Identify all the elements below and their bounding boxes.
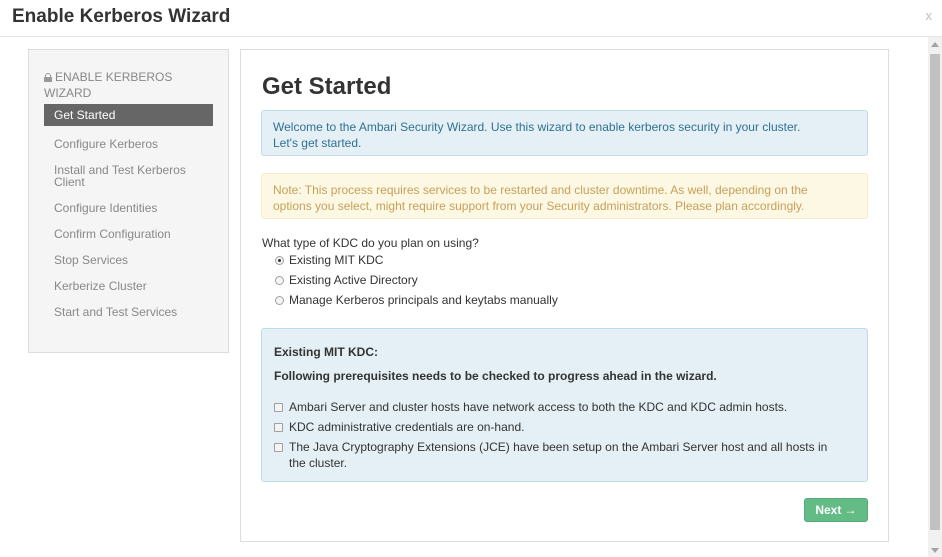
step-confirm-configuration[interactable]: Confirm Configuration xyxy=(44,225,213,243)
next-button[interactable]: Next → xyxy=(804,498,868,522)
step-configure-identities[interactable]: Configure Identities xyxy=(44,199,213,217)
downtime-warning-alert: Note: This process requires services to … xyxy=(261,173,868,219)
prereq-checkbox-jce[interactable] xyxy=(274,443,283,452)
kdc-option-active-directory[interactable]: Existing Active Directory xyxy=(275,273,418,287)
prereq-checkbox-network-access[interactable] xyxy=(274,403,283,412)
prereq-label: KDC administrative credentials are on-ha… xyxy=(289,420,525,434)
lock-icon xyxy=(44,73,52,82)
kdc-option-manual[interactable]: Manage Kerberos principals and keytabs m… xyxy=(275,293,558,307)
radio-label: Manage Kerberos principals and keytabs m… xyxy=(289,293,558,307)
prerequisites-panel: Existing MIT KDC: Following prerequisite… xyxy=(261,328,868,482)
step-install-test-kerberos-client[interactable]: Install and Test Kerberos Client xyxy=(44,161,213,191)
welcome-info-alert: Welcome to the Ambari Security Wizard. U… xyxy=(261,110,868,156)
modal-header: Enable Kerberos Wizard x xyxy=(0,0,942,37)
radio-existing-active-directory[interactable] xyxy=(275,275,284,285)
step-configure-kerberos[interactable]: Configure Kerberos xyxy=(44,135,213,153)
warning-line-1: Note: This process requires services to … xyxy=(273,183,808,197)
scroll-down-arrow-icon[interactable] xyxy=(931,548,939,553)
prereq-label: Ambari Server and cluster hosts have net… xyxy=(289,400,788,414)
warning-line-2: options you select, might require suppor… xyxy=(273,199,805,213)
radio-existing-mit-kdc[interactable] xyxy=(275,255,284,265)
step-start-test-services[interactable]: Start and Test Services xyxy=(44,303,213,321)
scrollbar[interactable] xyxy=(928,37,942,557)
kdc-type-question: What type of KDC do you plan on using? xyxy=(262,236,479,250)
prereq-item[interactable]: The Java Cryptography Extensions (JCE) h… xyxy=(274,439,837,471)
modal-title: Enable Kerberos Wizard xyxy=(12,6,231,27)
radio-label: Existing Active Directory xyxy=(289,273,418,287)
step-get-started[interactable]: Get Started xyxy=(44,104,213,126)
info-line-2: Let's get started. xyxy=(273,136,362,150)
wizard-sidebar: ENABLE KERBEROS WIZARD Get Started Confi… xyxy=(28,49,229,353)
sidebar-header: ENABLE KERBEROS WIZARD xyxy=(44,69,214,101)
step-stop-services[interactable]: Stop Services xyxy=(44,251,213,269)
radio-label: Existing MIT KDC xyxy=(289,253,384,267)
radio-manage-manually[interactable] xyxy=(275,295,284,305)
scrollbar-thumb[interactable] xyxy=(930,54,940,530)
prereq-subtitle: Following prerequisites needs to be chec… xyxy=(274,369,717,383)
scroll-up-arrow-icon[interactable] xyxy=(931,42,939,47)
prereq-item[interactable]: Ambari Server and cluster hosts have net… xyxy=(274,399,837,415)
sidebar-header-label: ENABLE KERBEROS WIZARD xyxy=(44,70,173,100)
page-title: Get Started xyxy=(262,73,392,100)
prereq-item[interactable]: KDC administrative credentials are on-ha… xyxy=(274,419,837,435)
wizard-content: Get Started Welcome to the Ambari Securi… xyxy=(240,49,889,542)
step-kerberize-cluster[interactable]: Kerberize Cluster xyxy=(44,277,213,295)
close-icon[interactable]: x xyxy=(926,8,933,23)
info-line-1: Welcome to the Ambari Security Wizard. U… xyxy=(273,120,801,134)
prereq-title: Existing MIT KDC: xyxy=(274,345,378,359)
prereq-label: The Java Cryptography Extensions (JCE) h… xyxy=(289,440,828,470)
kdc-option-mit[interactable]: Existing MIT KDC xyxy=(275,253,383,267)
prereq-checkbox-admin-credentials[interactable] xyxy=(274,423,283,432)
wizard-steps-list: Get Started Configure Kerberos Install a… xyxy=(44,104,213,329)
